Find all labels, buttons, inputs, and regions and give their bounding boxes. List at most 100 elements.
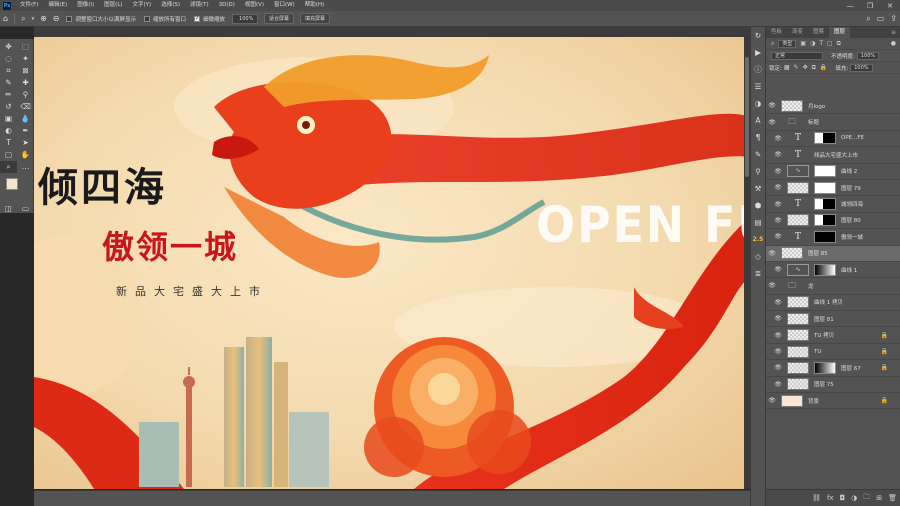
clone-source-icon[interactable]: ⚲ — [751, 163, 765, 180]
adjustments-icon[interactable]: ◑ — [751, 95, 765, 112]
layer-row[interactable]: 👁 背景 🔒 — [766, 393, 900, 410]
visibility-eye-icon[interactable]: 👁 — [766, 119, 778, 126]
eyedropper-icon[interactable]: ✎ — [0, 77, 17, 89]
visibility-eye-icon[interactable]: 👁 — [766, 102, 778, 109]
menu-window[interactable]: 窗口(W) — [269, 0, 300, 11]
kind-select[interactable]: 类型 — [778, 39, 797, 48]
visibility-eye-icon[interactable]: 👁 — [772, 151, 784, 158]
zoom-value-field[interactable]: 100% — [232, 13, 259, 24]
magic-wand-icon[interactable]: ✦ — [17, 53, 34, 65]
zoom-out-icon[interactable]: ⊖ — [53, 11, 60, 27]
tab-gradients[interactable]: 渐变 — [787, 27, 808, 38]
version-badge[interactable]: 2.5 — [751, 231, 765, 248]
type-filter-icon[interactable]: T — [819, 40, 823, 47]
visibility-eye-icon[interactable]: 👁 — [772, 332, 784, 339]
layer-row[interactable]: 👁 图层 67 🔒 — [766, 360, 900, 377]
layer-row[interactable]: 👁 曲线 1 拷贝 — [766, 295, 900, 312]
smart-filter-icon[interactable]: ⧉ — [837, 40, 841, 48]
close-button[interactable]: ✕ — [880, 2, 900, 10]
quick-mask-icon[interactable]: ◫ — [0, 203, 17, 215]
hand-tool-icon[interactable]: ✋ — [17, 149, 34, 161]
scrollbar-thumb[interactable] — [745, 57, 749, 177]
new-adjustment-icon[interactable]: ◑ — [851, 494, 857, 502]
fill-screen-button[interactable]: 填充屏幕 — [300, 13, 331, 24]
path-select-icon[interactable]: ➤ — [17, 137, 34, 149]
layer-comps-icon[interactable]: ◇ — [751, 248, 765, 265]
workspace-icon[interactable]: ▭ — [877, 11, 885, 27]
layer-row[interactable]: 👁 图层 80 — [766, 213, 900, 230]
panel-menu-icon[interactable]: ≡ — [891, 29, 896, 36]
tab-swatches[interactable]: 色板 — [766, 27, 787, 38]
info-icon[interactable]: ⓘ — [751, 61, 765, 78]
lock-pixels-icon[interactable]: ✎ — [794, 64, 799, 71]
menu-file[interactable]: 文件(F) — [15, 0, 43, 11]
menu-view[interactable]: 视图(V) — [240, 0, 269, 11]
delete-layer-icon[interactable]: 🗑 — [888, 494, 897, 502]
visibility-eye-icon[interactable]: 👁 — [772, 266, 784, 273]
add-mask-icon[interactable]: ◘ — [840, 494, 846, 502]
character-icon[interactable]: A — [751, 112, 765, 129]
layer-row[interactable]: 👁 T 城领四海 — [766, 196, 900, 213]
libraries-icon[interactable]: ▤ — [751, 214, 765, 231]
menu-help[interactable]: 帮助(H) — [300, 0, 329, 11]
minimize-button[interactable]: — — [840, 2, 860, 10]
visibility-eye-icon[interactable]: 👁 — [772, 381, 784, 388]
opacity-field[interactable]: 100% — [856, 51, 880, 60]
visibility-eye-icon[interactable]: 👁 — [772, 217, 784, 224]
visibility-eye-icon[interactable]: 👁 — [772, 233, 784, 240]
zoom-in-icon[interactable]: ⊕ — [40, 11, 47, 27]
menu-layer[interactable]: 图层(L) — [99, 0, 127, 11]
tool-presets-icon[interactable]: ⚒ — [751, 180, 765, 197]
zoom-all-checkbox[interactable]: 缩放所有窗口 — [144, 15, 186, 23]
home-icon[interactable]: ⌂ — [3, 11, 8, 27]
artwork-canvas[interactable]: 倾四海 傲领一城 新品大宅盛大上市 OPEN FUT — [34, 37, 750, 489]
layer-row[interactable]: 👁 图层 81 — [766, 311, 900, 328]
stamp-tool-icon[interactable]: ⚲ — [17, 89, 34, 101]
visibility-eye-icon[interactable]: 👁 — [772, 168, 784, 175]
pixel-filter-icon[interactable]: ▣ — [800, 40, 806, 47]
visibility-eye-icon[interactable]: 👁 — [766, 282, 778, 289]
visibility-eye-icon[interactable]: 👁 — [766, 397, 778, 404]
layer-row-selected[interactable]: 👁 图层 85 — [766, 245, 900, 262]
filter-toggle-icon[interactable]: ● — [891, 40, 896, 47]
layer-row[interactable]: 👁 T OPE...FE — [766, 131, 900, 148]
play-icon[interactable]: ▶ — [751, 44, 765, 61]
crop-tool-icon[interactable]: ⌗ — [0, 65, 17, 77]
brush-tool-icon[interactable]: ✏ — [0, 89, 17, 101]
zoom-tool-icon[interactable]: ⌕ — [21, 11, 25, 27]
layer-row[interactable]: 👁 ∿ 曲线 2 — [766, 164, 900, 180]
layer-row[interactable]: 👁 T 傲领一城 — [766, 229, 900, 246]
visibility-eye-icon[interactable]: 👁 — [772, 315, 784, 322]
layer-row[interactable]: 👁 图层 75 — [766, 377, 900, 394]
search-icon[interactable]: ⌕ — [866, 11, 870, 27]
layer-row[interactable]: 👁 图层 79 — [766, 180, 900, 197]
marquee-tool-icon[interactable]: ⬚ — [17, 41, 34, 53]
new-group-icon[interactable]: 🗀 — [863, 493, 870, 504]
restore-button[interactable]: ❐ — [860, 2, 880, 10]
shape-tool-icon[interactable]: ▢ — [0, 149, 17, 161]
healing-brush-icon[interactable]: ✚ — [17, 77, 34, 89]
foreground-color-swatch[interactable] — [6, 178, 18, 190]
chevron-down-icon[interactable]: ▾ — [32, 11, 35, 27]
properties-icon[interactable]: ☰ — [751, 78, 765, 95]
layer-row[interactable]: 👁 T 倾品大宅盛大上市 — [766, 147, 900, 164]
type-tool-icon[interactable]: T — [0, 137, 17, 149]
visibility-eye-icon[interactable]: 👁 — [766, 250, 778, 257]
visibility-eye-icon[interactable]: 👁 — [772, 201, 784, 208]
pen-tool-icon[interactable]: ✒ — [17, 125, 34, 137]
layer-row[interactable]: 👁 月logo — [766, 98, 900, 115]
layer-row[interactable]: 👁 TU 拷贝 🔒 — [766, 327, 900, 344]
gradient-tool-icon[interactable]: ▣ — [0, 113, 17, 125]
scrubby-zoom-checkbox[interactable]: ✓ 细微缩放 — [194, 15, 225, 23]
layer-row[interactable]: 👁 🗀 龙 — [766, 278, 900, 295]
history-icon[interactable]: ↻ — [751, 27, 765, 44]
layer-row[interactable]: 👁 TU 🔒 — [766, 344, 900, 361]
shape-filter-icon[interactable]: ▢ — [827, 40, 833, 47]
adjustment-filter-icon[interactable]: ◑ — [810, 40, 815, 47]
blur-tool-icon[interactable]: 💧 — [17, 113, 34, 125]
resize-windows-checkbox[interactable]: 调整窗口大小以满屏显示 — [66, 15, 136, 23]
lock-position-icon[interactable]: ✥ — [803, 64, 808, 71]
lock-transparent-icon[interactable]: ▦ — [784, 64, 790, 71]
tab-patterns[interactable]: 图案 — [808, 27, 829, 38]
menu-select[interactable]: 选择(S) — [156, 0, 185, 11]
